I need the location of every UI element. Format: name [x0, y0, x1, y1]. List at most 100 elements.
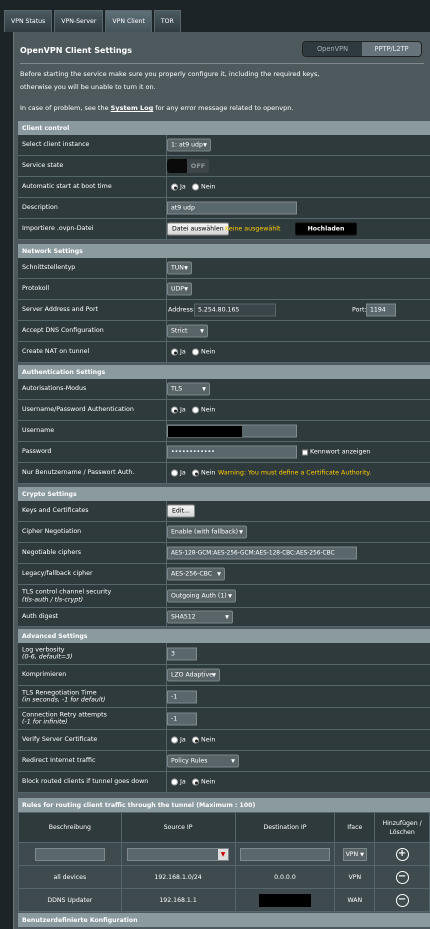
nat-ja-radio[interactable]: Ja: [171, 348, 186, 356]
verify-ja-radio[interactable]: Ja: [171, 736, 186, 744]
row-compression: Komprimieren LZO Adaptive ▼: [18, 665, 430, 686]
show-password-checkbox[interactable]: Kennwort anzeigen: [302, 449, 370, 456]
auth-mode-select[interactable]: TLS ▼: [167, 382, 210, 396]
rule-iface: WAN: [334, 888, 376, 912]
section-authentication: Authentication Settings: [18, 365, 430, 379]
auth-digest-value: SHA512: [171, 613, 196, 621]
system-log-link[interactable]: System Log: [111, 104, 154, 112]
server-port-input[interactable]: 1194: [366, 303, 396, 317]
choose-file-button[interactable]: Datei auswählen: [167, 222, 229, 236]
radio-empty-icon: [192, 183, 199, 191]
chevron-down-icon: ▼: [212, 672, 216, 678]
label-log-verbosity: Log verbosity (0-6, default=3): [22, 646, 162, 661]
interface-type-select[interactable]: TUN ▼: [167, 261, 192, 275]
log-verbosity-input[interactable]: 3: [167, 647, 197, 660]
verify-nein-radio[interactable]: Nein: [192, 736, 215, 744]
cipher-negotiation-value: Enable (with fallback): [171, 528, 239, 536]
autostart-nein-radio[interactable]: Nein: [192, 183, 215, 191]
section-crypto: Crypto Settings: [18, 487, 430, 501]
rule-source: 192.168.1.1: [120, 888, 236, 912]
openvpn-option[interactable]: OpenVPN: [303, 42, 362, 56]
client-instance-select[interactable]: 1: at9 udp ▼: [167, 138, 211, 152]
label-keys-certs: Keys and Certificates: [22, 507, 89, 515]
chevron-down-icon: ▼: [184, 286, 188, 292]
tab-vpn-status[interactable]: VPN Status: [4, 10, 53, 32]
authentication-rows: Autorisations-Modus TLS ▼ Username/Passwo…: [18, 379, 430, 484]
row-retry-attempts: Connection Retry attempts (-1 for infinit…: [18, 708, 430, 730]
row-protocol: Protokoll UDP ▼: [18, 279, 430, 300]
chevron-down-icon: ▼: [200, 328, 204, 334]
row-only-userpass: Nur Benutzername / Passwort Auth. Ja Nei…: [18, 463, 430, 484]
label-server-address: Server Address and Port: [22, 306, 99, 314]
tab-tor[interactable]: TOR: [153, 10, 181, 32]
label-compression: Komprimieren: [22, 671, 67, 679]
nat-nein-radio[interactable]: Nein: [192, 348, 215, 356]
edit-keys-button[interactable]: Edit...: [167, 504, 195, 518]
tls-control-select[interactable]: Outgoing Auth (1) ▼: [167, 589, 236, 603]
delete-rule-icon[interactable]: −: [395, 893, 409, 907]
legacy-cipher-select[interactable]: AES-256-CBC ▼: [167, 567, 225, 581]
service-toggle[interactable]: OFF: [167, 159, 209, 173]
label-userpass-auth: Username/Password Authentication: [22, 406, 134, 414]
log-verbosity-title: Log verbosity: [22, 645, 65, 653]
radio-empty-icon: [192, 406, 199, 414]
chevron-down-icon: ▼: [239, 529, 243, 535]
protocol-value: UDP: [171, 285, 185, 293]
page-title: OpenVPN Client Settings: [20, 46, 133, 55]
show-password-label: Kennwort anzeigen: [310, 448, 371, 456]
userpass-ja-radio[interactable]: Ja: [171, 406, 186, 414]
cipher-negotiation-select[interactable]: Enable (with fallback) ▼: [167, 525, 247, 539]
only-userpass-nein-radio[interactable]: Nein: [192, 469, 215, 477]
protocol-select[interactable]: UDP ▼: [167, 282, 192, 296]
label-tls-renegotiation: TLS Renegotiation Time (in seconds, -1 fo…: [22, 689, 162, 704]
new-description-input[interactable]: [34, 847, 105, 861]
col-description: Beschreibung: [18, 812, 122, 843]
chevron-down-icon: ▼: [184, 265, 188, 271]
dropdown-arrow-icon[interactable]: ▼: [218, 848, 229, 860]
chevron-down-icon: ▼: [203, 142, 207, 148]
row-import-ovpn: Importiere .ovpn-Datei Datei auswählen K…: [18, 219, 430, 240]
new-iface-select[interactable]: VPN ▼: [342, 847, 367, 861]
label-username: Username: [22, 427, 55, 435]
radio-label: Ja: [180, 406, 186, 414]
new-destination-input[interactable]: [239, 847, 330, 861]
password-input[interactable]: ••••••••••••: [167, 445, 297, 459]
row-accept-dns: Accept DNS Configuration Strict ▼: [18, 321, 430, 342]
row-description: Description at9 udp: [18, 198, 430, 219]
radio-selected-icon: [192, 469, 199, 477]
retry-attempts-input[interactable]: -1: [167, 712, 197, 725]
server-address-input[interactable]: 5.254.80.165: [194, 303, 276, 317]
tab-vpn-server[interactable]: VPN-Server: [54, 10, 104, 32]
redirect-traffic-select[interactable]: Policy Rules ▼: [167, 754, 239, 768]
userpass-nein-radio[interactable]: Nein: [192, 406, 215, 414]
port-label: Port:: [352, 306, 367, 314]
pptp-l2tp-option[interactable]: PPTP/L2TP: [362, 42, 421, 56]
delete-rule-icon[interactable]: −: [395, 870, 409, 884]
compression-select[interactable]: LZO Adaptive ▼: [167, 668, 220, 682]
new-source-input[interactable]: ▼: [127, 847, 230, 861]
radio-selected-icon: [171, 406, 178, 414]
accept-dns-select[interactable]: Strict ▼: [167, 324, 208, 338]
section-network: Network Settings: [18, 244, 430, 258]
block-nein-radio[interactable]: Nein: [192, 778, 215, 786]
intro-text: In case of problem, see the: [20, 104, 111, 112]
crypto-rows: Keys and Certificates Edit... Cipher Neg…: [18, 501, 430, 627]
upload-button[interactable]: Hochladen: [295, 222, 357, 236]
label-block-clients: Block routed clients if tunnel goes down: [22, 778, 149, 786]
row-redirect-traffic: Redirect Internet traffic Policy Rules ▼: [18, 751, 430, 772]
tls-control-hint: (tls-auth / tls-crypt): [22, 596, 84, 603]
no-file-selected: Keine ausgewählt: [225, 225, 281, 233]
only-userpass-ja-radio[interactable]: Ja: [171, 469, 186, 477]
negotiable-ciphers-input[interactable]: AES-128-GCM:AES-256-GCM:AES-128-CBC:AES-…: [167, 546, 357, 560]
tab-vpn-client[interactable]: VPN Client: [105, 10, 152, 32]
rule-iface: VPN: [334, 865, 376, 889]
description-input[interactable]: at9 udp: [167, 201, 297, 215]
radio-label: Ja: [180, 469, 186, 477]
label-redirect-traffic: Redirect Internet traffic: [22, 757, 96, 765]
tls-renegotiation-input[interactable]: -1: [167, 690, 197, 703]
block-ja-radio[interactable]: Ja: [171, 778, 186, 786]
col-source-ip: Source IP: [120, 812, 236, 843]
autostart-ja-radio[interactable]: Ja: [171, 183, 186, 191]
add-rule-icon[interactable]: +: [395, 847, 409, 861]
auth-digest-select[interactable]: SHA512 ▼: [167, 610, 233, 624]
